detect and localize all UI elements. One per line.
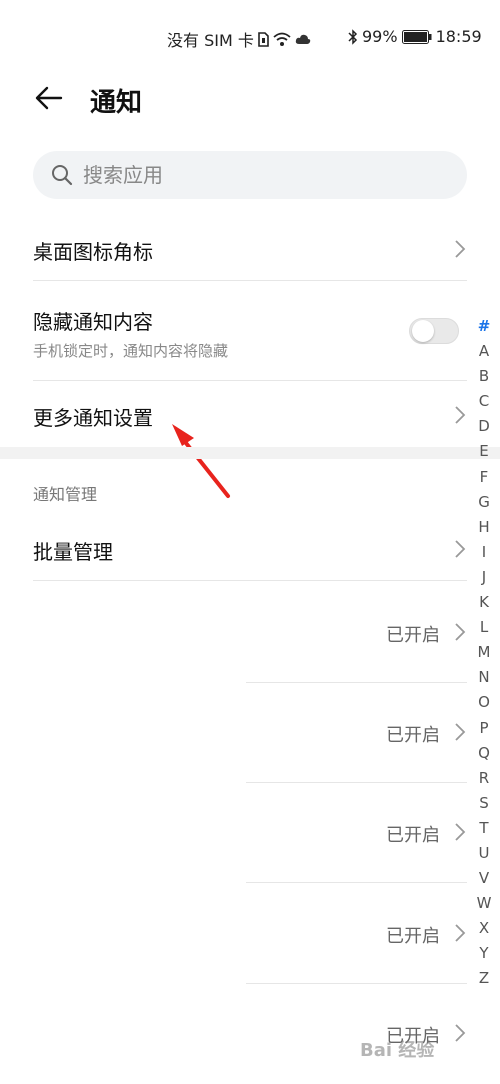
- row-batch-management[interactable]: 批量管理: [0, 526, 500, 580]
- chevron-right-icon: [455, 1024, 466, 1042]
- alpha-index-letter[interactable]: R: [474, 766, 494, 791]
- row-more-settings[interactable]: 更多通知设置: [0, 392, 500, 442]
- alpha-index-letter[interactable]: C: [474, 389, 494, 414]
- section-title: 通知管理: [33, 485, 98, 504]
- search-icon: [52, 165, 73, 186]
- app-status: 已开启: [386, 926, 440, 947]
- alpha-index-letter[interactable]: B: [474, 364, 494, 389]
- alpha-index-letter[interactable]: L: [474, 615, 494, 640]
- back-arrow-icon: [35, 86, 63, 110]
- annotation-arrow-icon: [172, 424, 230, 498]
- chevron-right-icon: [455, 406, 466, 424]
- sim-card-icon: [258, 31, 269, 47]
- alpha-index-letter[interactable]: O: [474, 690, 494, 715]
- app-status: 已开启: [386, 625, 440, 646]
- app-status: 已开启: [386, 725, 440, 746]
- alpha-index-letter[interactable]: V: [474, 866, 494, 891]
- search-bar[interactable]: [33, 151, 467, 199]
- alpha-index-letter[interactable]: P: [474, 716, 494, 741]
- chevron-right-icon: [455, 240, 466, 258]
- divider: [246, 682, 467, 683]
- alpha-index-letter[interactable]: I: [474, 540, 494, 565]
- status-bar: 没有 SIM 卡 99% 18:59: [0, 0, 500, 74]
- watermark: Bai 经验: [360, 1040, 435, 1061]
- alpha-index-letter[interactable]: J: [474, 565, 494, 590]
- app-row[interactable]: 已开启: [0, 913, 500, 953]
- hide-content-toggle[interactable]: [409, 318, 459, 344]
- section-gap: [0, 447, 500, 459]
- app-row[interactable]: 已开启: [0, 712, 500, 752]
- chevron-right-icon: [455, 823, 466, 841]
- alpha-index-letter[interactable]: D: [474, 414, 494, 439]
- divider: [246, 782, 467, 783]
- alpha-index-letter[interactable]: G: [474, 490, 494, 515]
- alpha-index-letter[interactable]: M: [474, 640, 494, 665]
- carrier-text: 没有 SIM 卡: [167, 31, 254, 50]
- alpha-index-letter[interactable]: T: [474, 816, 494, 841]
- back-button[interactable]: [33, 82, 65, 114]
- clock-time: 18:59: [435, 27, 482, 46]
- alpha-index-letter[interactable]: N: [474, 665, 494, 690]
- row-label: 批量管理: [33, 540, 113, 564]
- status-right: 99% 18:59: [348, 27, 482, 46]
- divider: [246, 983, 467, 984]
- row-label: 更多通知设置: [33, 406, 153, 430]
- chevron-right-icon: [455, 540, 466, 558]
- alpha-index-letter[interactable]: S: [474, 791, 494, 816]
- app-row[interactable]: 已开启: [0, 812, 500, 852]
- chevron-right-icon: [455, 723, 466, 741]
- alphabet-index[interactable]: # A B C D E F G H I J K L M N O P Q R S T U V W X Y Z: [474, 314, 494, 992]
- chevron-right-icon: [455, 623, 466, 641]
- toggle-knob: [412, 320, 434, 342]
- alpha-index-letter[interactable]: W: [474, 891, 494, 916]
- status-left: 没有 SIM 卡: [167, 27, 311, 51]
- divider: [33, 280, 467, 281]
- page-title: 通知: [90, 88, 143, 118]
- divider: [33, 380, 467, 381]
- alpha-index-letter[interactable]: E: [474, 439, 494, 464]
- alpha-index-letter[interactable]: F: [474, 465, 494, 490]
- battery-icon: [401, 29, 432, 44]
- alpha-index-letter[interactable]: U: [474, 841, 494, 866]
- battery-percent: 99%: [362, 27, 398, 46]
- divider: [33, 580, 467, 581]
- alpha-index-letter[interactable]: Q: [474, 741, 494, 766]
- bluetooth-icon: [348, 28, 358, 45]
- divider: [246, 882, 467, 883]
- alpha-index-letter[interactable]: H: [474, 515, 494, 540]
- row-label: 隐藏通知内容: [33, 310, 153, 334]
- app-row[interactable]: 已开启: [0, 612, 500, 652]
- search-input[interactable]: [83, 163, 423, 187]
- alpha-index-letter[interactable]: A: [474, 339, 494, 364]
- alpha-index-letter[interactable]: Y: [474, 941, 494, 966]
- wifi-icon: [273, 32, 291, 47]
- row-subtitle: 手机锁定时，通知内容将隐藏: [33, 342, 229, 360]
- cloud-icon: [295, 33, 311, 45]
- alpha-index-letter[interactable]: X: [474, 916, 494, 941]
- alpha-index-letter[interactable]: K: [474, 590, 494, 615]
- row-badge-settings[interactable]: 桌面图标角标: [0, 226, 500, 280]
- row-label: 桌面图标角标: [33, 240, 153, 264]
- page-header: 通知: [0, 78, 500, 122]
- chevron-right-icon: [455, 924, 466, 942]
- alpha-index-letter[interactable]: #: [474, 314, 494, 339]
- alpha-index-letter[interactable]: Z: [474, 966, 494, 991]
- app-status: 已开启: [386, 825, 440, 846]
